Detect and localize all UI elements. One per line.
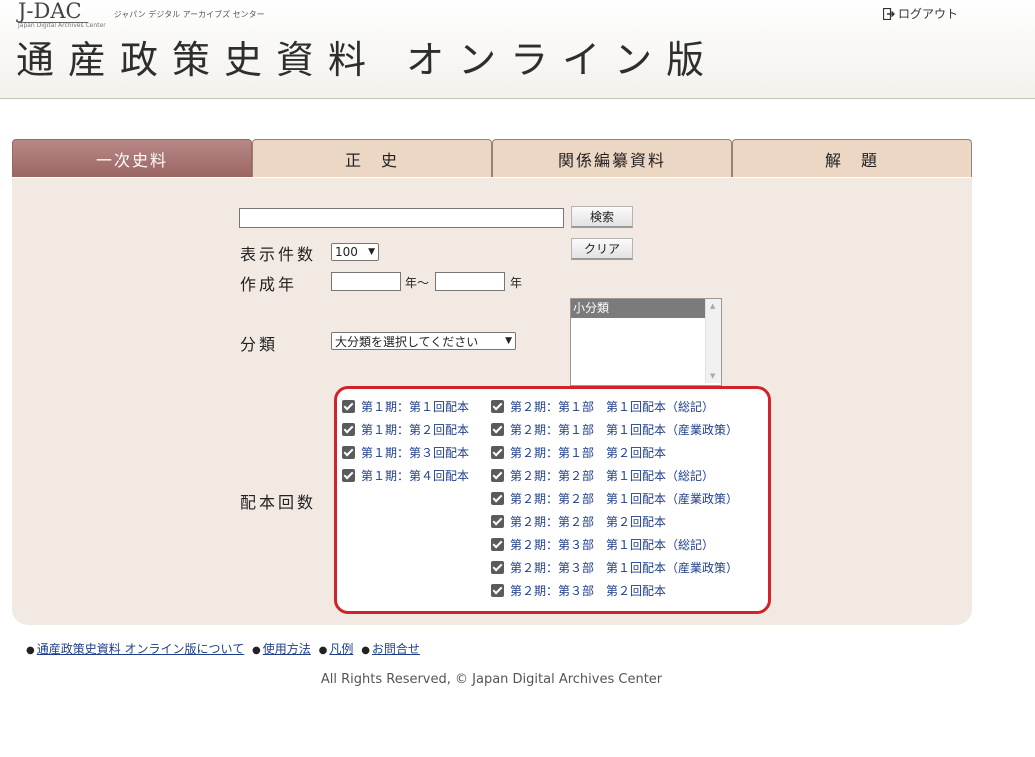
- issue-checkbox[interactable]: 第２期：第２部 第２回配本: [491, 513, 666, 530]
- category-label: 分類: [240, 335, 279, 354]
- listbox-scrollbar[interactable]: ▲ ▼: [705, 299, 721, 383]
- year-to-suffix: 年: [510, 276, 523, 290]
- contact-link[interactable]: お問合せ: [372, 642, 420, 656]
- issue-checkbox[interactable]: 第２期：第３部 第１回配本（総記）: [491, 536, 714, 553]
- logo-text: ジャパン デジタル アーカイブズ センター: [113, 10, 265, 19]
- checkbox-checked-icon[interactable]: [491, 584, 504, 597]
- checkbox-checked-icon[interactable]: [491, 538, 504, 551]
- tab-related-materials[interactable]: 関係編纂資料: [492, 139, 732, 177]
- checkbox-checked-icon[interactable]: [491, 492, 504, 505]
- issue-checkbox[interactable]: 第２期：第３部 第１回配本（産業政策）: [491, 559, 738, 576]
- issue-checkbox[interactable]: 第１期：第２回配本: [342, 421, 469, 438]
- count-select[interactable]: 100 ▼: [331, 243, 379, 261]
- about-link[interactable]: 通産政策史資料 オンライン版について: [37, 642, 244, 656]
- category-select[interactable]: 大分類を選択してください ▼: [331, 332, 516, 350]
- issue-checkbox[interactable]: 第２期：第３部 第２回配本: [491, 582, 666, 599]
- bullet-icon: ●: [252, 645, 261, 656]
- bullet-icon: ●: [318, 645, 328, 656]
- issue-checkbox[interactable]: 第２期：第１部 第１回配本（産業政策）: [491, 421, 738, 438]
- search-button[interactable]: 検索: [571, 206, 633, 228]
- tab-primary-sources[interactable]: 一次史料: [12, 139, 252, 177]
- year-label: 作成年: [240, 275, 298, 294]
- copyright: All Rights Reserved, © Japan Digital Arc…: [320, 672, 663, 687]
- subcategory-listbox[interactable]: 小分類 ▲ ▼: [570, 298, 722, 386]
- count-select-value: 100: [335, 245, 358, 259]
- bullet-icon: ●: [361, 645, 370, 656]
- jdac-logo[interactable]: J-DAC Japan Digital Archives Center ジャパン…: [18, 0, 265, 29]
- chevron-down-icon: ▼: [505, 336, 512, 346]
- checkbox-checked-icon[interactable]: [491, 400, 504, 413]
- logo-mark: J-DAC: [18, 0, 82, 23]
- issue-checkbox[interactable]: 第２期：第１部 第２回配本: [491, 444, 666, 461]
- category-select-value: 大分類を選択してください: [335, 334, 479, 349]
- issue-checkbox[interactable]: 第２期：第２部 第１回配本（産業政策）: [491, 490, 738, 507]
- legend-link[interactable]: 凡例: [329, 642, 353, 656]
- issue-checkbox-group: 第１期：第１回配本 第１期：第２回配本 第１期：第３回配本 第１期：第４回配本 …: [334, 386, 771, 614]
- year-from-input[interactable]: [331, 272, 401, 291]
- checkbox-checked-icon[interactable]: [491, 561, 504, 574]
- checkbox-checked-icon[interactable]: [342, 469, 355, 482]
- logout-link[interactable]: ログアウト: [883, 5, 958, 22]
- tab-commentary[interactable]: 解 題: [732, 139, 972, 177]
- tab-official-history[interactable]: 正 史: [252, 139, 492, 177]
- count-label: 表示件数: [240, 245, 317, 264]
- bullet-icon: ●: [26, 645, 35, 656]
- issue-checkbox[interactable]: 第２期：第２部 第１回配本（総記）: [491, 467, 714, 484]
- issue-checkbox[interactable]: 第１期：第３回配本: [342, 444, 469, 461]
- footer-links: ● 通産政策史資料 オンライン版について ● 使用方法 ● 凡例 ● お問合せ: [22, 640, 420, 657]
- issue-checkbox[interactable]: 第２期：第１部 第１回配本（総記）: [491, 398, 714, 415]
- checkbox-checked-icon[interactable]: [491, 423, 504, 436]
- checkbox-checked-icon[interactable]: [491, 469, 504, 482]
- checkbox-checked-icon[interactable]: [342, 446, 355, 459]
- checkbox-checked-icon[interactable]: [491, 446, 504, 459]
- issue-checkbox[interactable]: 第１期：第１回配本: [342, 398, 469, 415]
- chevron-down-icon: ▼: [368, 247, 375, 257]
- checkbox-checked-icon[interactable]: [342, 400, 355, 413]
- site-header: J-DAC Japan Digital Archives Center ジャパン…: [0, 0, 1035, 99]
- checkbox-checked-icon[interactable]: [342, 423, 355, 436]
- scroll-up-icon[interactable]: ▲: [710, 302, 715, 310]
- issue-checkbox[interactable]: 第１期：第４回配本: [342, 467, 469, 484]
- subcategory-option[interactable]: 小分類: [571, 299, 705, 318]
- logout-icon: [883, 7, 895, 20]
- tab-bar: 一次史料 正 史 関係編纂資料 解 題: [12, 139, 972, 178]
- scroll-down-icon[interactable]: ▼: [710, 372, 715, 380]
- logo-sub: Japan Digital Archives Center: [18, 22, 106, 29]
- issue-label: 配本回数: [240, 493, 317, 512]
- year-from-suffix: 年〜: [405, 276, 430, 290]
- logout-label: ログアウト: [898, 7, 959, 21]
- keyword-input[interactable]: [239, 208, 564, 228]
- checkbox-checked-icon[interactable]: [491, 515, 504, 528]
- year-to-input[interactable]: [435, 272, 505, 291]
- search-panel: 検索 表示件数 100 ▼ クリア 作成年 年〜 年 小分類 ▲ ▼ 分類 大分…: [12, 178, 972, 625]
- clear-button[interactable]: クリア: [571, 238, 633, 260]
- usage-link[interactable]: 使用方法: [263, 642, 311, 656]
- page-title: 通産政策史資料 オンライン版: [16, 38, 719, 82]
